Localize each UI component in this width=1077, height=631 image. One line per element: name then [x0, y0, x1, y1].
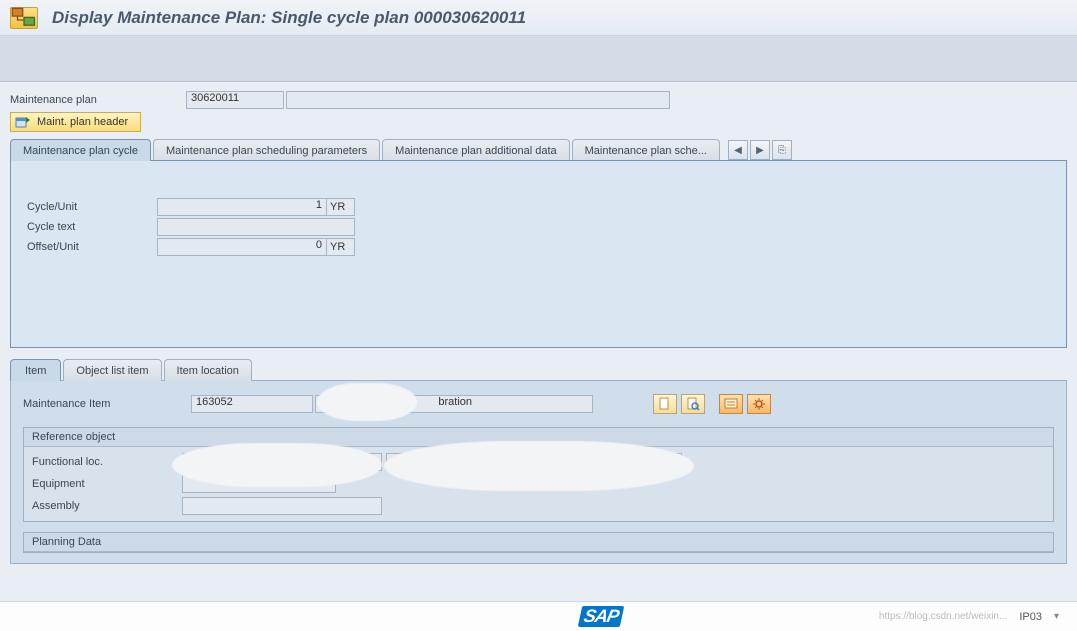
header-icon: [15, 115, 31, 129]
maint-item-field: 163052: [191, 395, 313, 413]
tab-prev-button[interactable]: ◀: [728, 140, 748, 160]
transaction-icon[interactable]: [10, 7, 38, 29]
assembly-field: [182, 497, 382, 515]
maint-plan-field: 30620011: [186, 91, 284, 109]
session-icon[interactable]: ▾: [1054, 611, 1059, 622]
planning-data-group: Planning Data: [23, 532, 1054, 553]
page-title: Display Maintenance Plan: Single cycle p…: [52, 8, 526, 28]
tab-additional-data[interactable]: Maintenance plan additional data: [382, 139, 569, 161]
sap-logo: SAP: [580, 606, 622, 627]
settings-button[interactable]: [747, 394, 771, 414]
maint-plan-desc-field: [286, 91, 670, 109]
maint-item-label: Maintenance Item: [23, 398, 191, 410]
offset-unit-field: YR: [327, 238, 355, 256]
cycle-text-field: [157, 218, 355, 236]
tab-object-list-item[interactable]: Object list item: [63, 359, 161, 381]
display-doc-button[interactable]: [681, 394, 705, 414]
item-tab-strip: Item Object list item Item location: [10, 358, 1067, 380]
reference-object-group: Reference object Functional loc. Equipme…: [23, 427, 1054, 522]
header-button-label: Maint. plan header: [37, 116, 128, 128]
cycle-panel: Cycle/Unit 1 YR Cycle text Offset/Unit 0…: [10, 160, 1067, 348]
tab-cycle[interactable]: Maintenance plan cycle: [10, 139, 151, 161]
planning-data-title: Planning Data: [24, 533, 1053, 552]
cycle-unit-label: Cycle/Unit: [27, 201, 157, 213]
item-panel: Maintenance Item 163052 bration Referenc…: [10, 380, 1067, 564]
tab-next-button[interactable]: ▶: [750, 140, 770, 160]
title-bar: Display Maintenance Plan: Single cycle p…: [0, 0, 1077, 36]
toolbar-gap: [0, 36, 1077, 82]
maint-plan-label: Maintenance plan: [10, 94, 186, 106]
func-loc-label: Functional loc.: [32, 456, 182, 468]
status-bar: SAP https://blog.csdn.net/weixin... IP03…: [0, 601, 1077, 631]
equipment-label: Equipment: [32, 478, 182, 490]
create-doc-button[interactable]: [653, 394, 677, 414]
main-tab-strip: Maintenance plan cycle Maintenance plan …: [10, 138, 1067, 160]
watermark-text: https://blog.csdn.net/weixin...: [879, 611, 1007, 622]
tab-sched-overflow[interactable]: Maintenance plan sche...: [572, 139, 720, 161]
maint-plan-header-button[interactable]: Maint. plan header: [10, 112, 141, 132]
offset-value-field: 0: [157, 238, 327, 256]
task-list-button[interactable]: [719, 394, 743, 414]
cycle-value-field: 1: [157, 198, 327, 216]
offset-label: Offset/Unit: [27, 241, 157, 253]
tab-item[interactable]: Item: [10, 359, 61, 381]
cycle-unit-field: YR: [327, 198, 355, 216]
tab-scheduling-params[interactable]: Maintenance plan scheduling parameters: [153, 139, 380, 161]
assembly-label: Assembly: [32, 500, 182, 512]
cycle-text-label: Cycle text: [27, 221, 157, 233]
tab-list-button[interactable]: ⎘: [772, 140, 792, 160]
tcode-label: IP03: [1019, 611, 1042, 623]
tab-item-location[interactable]: Item location: [164, 359, 252, 381]
